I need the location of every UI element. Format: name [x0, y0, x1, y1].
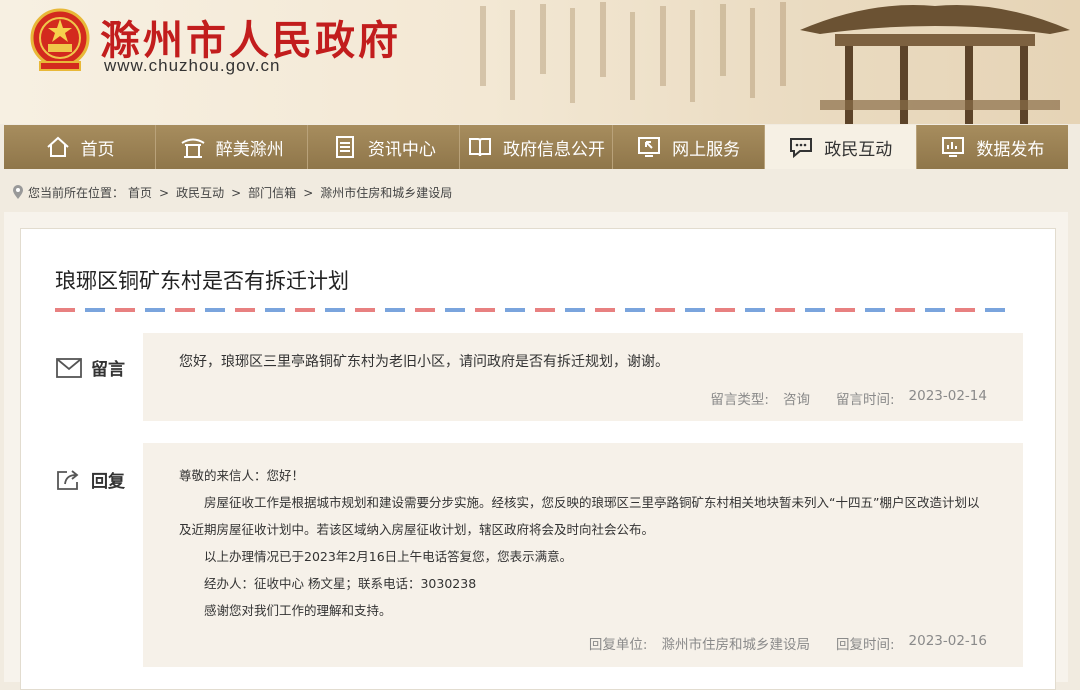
- site-header: 滁州市人民政府 www.chuzhou.gov.cn: [0, 0, 1080, 124]
- airmail-divider: [55, 308, 1010, 312]
- envelope-icon: [56, 357, 82, 378]
- message-type-value: 咨询: [782, 392, 810, 408]
- reply-label-text: 回复: [91, 472, 125, 492]
- main-nav: 首页 醉美滁州 资讯中心 政府信息公开 网上服务 政民互动 数据发布: [4, 125, 1068, 169]
- reply-unit-value: 滁州市住房和城乡建设局: [661, 637, 810, 653]
- breadcrumb-prefix: 您当前所在位置：: [28, 186, 125, 200]
- reply-meta: 回复单位: 滁州市住房和城乡建设局 回复时间: 2023-02-16: [589, 633, 987, 653]
- reply-label: 回复: [55, 467, 125, 492]
- breadcrumb-link-department[interactable]: 滁州市住房和城乡建设局: [320, 184, 452, 201]
- nav-item-interaction[interactable]: 政民互动: [764, 125, 917, 169]
- pavilion-icon: [181, 138, 205, 158]
- nav-item-label: 网上服务: [672, 139, 741, 160]
- home-icon: [46, 136, 69, 157]
- nav-item-online-service[interactable]: 网上服务: [613, 125, 765, 169]
- document-icon: [335, 136, 354, 158]
- reply-time-label: 回复时间:: [835, 637, 895, 653]
- nav-item-label: 政民互动: [824, 139, 893, 160]
- breadcrumb-separator: >: [303, 185, 314, 200]
- reply-paragraph: 感谢您对我们工作的理解和支持。: [204, 603, 392, 618]
- reply-share-icon: [57, 469, 79, 490]
- reply-paragraph: 以上办理情况已于2023年2月16日上午电话答复您，您表示满意。: [204, 549, 573, 564]
- national-emblem-icon: [30, 8, 90, 71]
- monitor-cursor-icon: [638, 137, 661, 157]
- breadcrumb-separator: >: [159, 185, 170, 200]
- message-meta: 留言类型: 咨询 留言时间: 2023-02-14: [710, 388, 987, 408]
- nav-item-label: 资讯中心: [367, 139, 436, 160]
- nav-item-label: 醉美滁州: [215, 139, 284, 160]
- nav-item-label: 首页: [80, 139, 115, 160]
- location-pin-icon: [13, 185, 23, 199]
- letter-card: 琅琊区铜矿东村是否有拆迁计划 留言 您好，琅琊区三里亭路铜矿东村为老旧小区，请问…: [20, 228, 1056, 690]
- nav-item-data[interactable]: 数据发布: [917, 125, 1068, 169]
- message-text: 您好，琅琊区三里亭路铜矿东村为老旧小区，请问政府是否有拆迁规划，谢谢。: [179, 354, 669, 370]
- pavilion-illustration: [800, 5, 1070, 124]
- chart-monitor-icon: [942, 137, 965, 157]
- reply-paragraph: 经办人：征收中心 杨文星；联系电话：3030238: [204, 576, 477, 591]
- book-icon: [468, 138, 491, 157]
- reply-paragraph: 房屋征收工作是根据城市规划和建设需要分步实施。经核实，您反映的琅琊区三里亭路铜矿…: [179, 495, 980, 537]
- reply-greeting: 尊敬的来信人：您好！: [179, 468, 305, 483]
- nav-item-label: 政府信息公开: [502, 139, 605, 160]
- breadcrumb-separator: >: [231, 185, 242, 200]
- reply-unit-label: 回复单位:: [588, 637, 648, 653]
- breadcrumb-link-mailbox[interactable]: 部门信箱: [248, 184, 296, 201]
- reply-box: 尊敬的来信人：您好！ 房屋征收工作是根据城市规划和建设需要分步实施。经核实，您反…: [143, 443, 1023, 667]
- message-label-text: 留言: [91, 360, 125, 380]
- message-label: 留言: [55, 355, 125, 380]
- nav-item-gov-info[interactable]: 政府信息公开: [460, 125, 613, 169]
- chat-bubble-icon: [790, 138, 813, 159]
- letter-title: 琅琊区铜矿东村是否有拆迁计划: [55, 269, 349, 293]
- nav-item-news[interactable]: 资讯中心: [308, 125, 461, 169]
- content-panel: 琅琊区铜矿东村是否有拆迁计划 留言 您好，琅琊区三里亭路铜矿东村为老旧小区，请问…: [4, 212, 1068, 690]
- breadcrumb-link-home[interactable]: 首页: [128, 184, 152, 201]
- nav-item-label: 数据发布: [976, 139, 1045, 160]
- nav-item-scenery[interactable]: 醉美滁州: [156, 125, 309, 169]
- site-url[interactable]: www.chuzhou.gov.cn: [104, 56, 280, 76]
- nav-item-home[interactable]: 首页: [4, 125, 157, 169]
- breadcrumb: 您当前所在位置： 首页 > 政民互动 > 部门信箱 > 滁州市住房和城乡建设局: [12, 184, 452, 201]
- message-type-label: 留言类型:: [710, 392, 769, 408]
- message-box: 您好，琅琊区三里亭路铜矿东村为老旧小区，请问政府是否有拆迁规划，谢谢。 留言类型…: [143, 333, 1023, 421]
- message-time-value: 2023-02-14: [908, 388, 987, 404]
- reply-time-value: 2023-02-16: [908, 633, 987, 649]
- breadcrumb-link-interaction[interactable]: 政民互动: [176, 184, 224, 201]
- reply-body: 尊敬的来信人：您好！ 房屋征收工作是根据城市规划和建设需要分步实施。经核实，您反…: [179, 462, 987, 624]
- message-time-label: 留言时间:: [835, 392, 895, 408]
